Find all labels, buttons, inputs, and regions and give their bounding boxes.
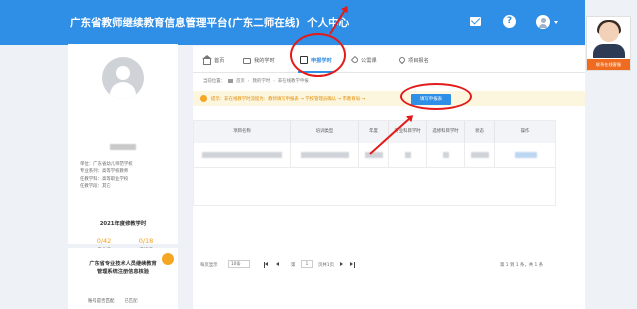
profile-unit: 单位：广东省幼儿师范学校 [80,162,133,167]
avatar [102,57,144,99]
title-line-2: 管理系统注册信息核验 [97,269,149,275]
breadcrumb-item[interactable]: 我的学时 [253,78,271,84]
per-page-label: 每页显示 [200,263,218,268]
tab-label: 首页 [214,57,225,64]
pagination: 每页显示 10条 第 1 页共1页 第 1 到 1 条，共 1 条 [200,260,555,271]
avatar-body [110,82,136,99]
breadcrumb-separator: › [247,78,250,84]
tab-project-signup[interactable]: 项目报名 [397,54,429,66]
declaration-table: 项目名称 培训类型 年度 专业科目学时 选修科目学时 状态 操作 每页显示 10… [193,120,556,268]
account-match-status: 已匹配 [124,299,138,304]
first-page-icon[interactable] [265,262,268,266]
tab-label: 项目报名 [408,57,429,64]
table-cell [465,143,495,168]
redacted-value [405,152,411,158]
breadcrumb-prefix: 当前位置： [203,79,225,84]
notice-text: 提示：非在线教学时流程为：教师填写申报表 → 学校管理员确认 → 市教育局 → [211,97,366,102]
table-cell [389,143,427,168]
personal-center-label: 个人中心 [307,17,350,29]
redacted-action[interactable] [515,152,537,158]
title-line-1: 广东省专业技术人员继续教育 [89,261,157,267]
tag-icon [350,55,360,65]
page-suffix: 页共1页 [318,263,334,268]
page-prefix: 第 [291,263,296,268]
stat-value: 0/18 [138,237,154,245]
agent-body [593,44,625,58]
registration-check-card: 广东省专业技术人员继续教育 管理系统注册信息核验 账号是否匹配 已匹配 [68,248,178,309]
redacted-value [471,152,489,158]
account-match-row: 账号是否匹配 已匹配 [88,298,138,304]
account-match-label: 账号是否匹配 [88,299,115,304]
platform-name: 广东省教师继续教育信息管理平台(广东二师在线) [70,17,301,29]
table-cell[interactable] [495,143,555,168]
last-page-bar [354,261,355,268]
prev-page-icon[interactable] [276,262,279,266]
help-icon[interactable]: ? [503,15,516,28]
platform-title: 广东省教师继续教育信息管理平台(广东二师在线) 个人中心 [70,15,349,30]
stat-value: 0/42 [96,237,112,245]
breadcrumb-separator: › [273,78,275,84]
pager-summary: 第 1 到 1 条，共 1 条 [500,263,544,268]
tab-public-course[interactable]: 公需课 [350,54,377,66]
table-cell [359,143,389,168]
chevron-down-icon[interactable] [554,21,558,24]
top-header: 广东省教师继续教育信息管理平台(广东二师在线) 个人中心 ? [0,0,585,45]
location-tag-icon [397,55,407,65]
main-panel: 首页 我的学时 申报学时 公需课 项目报名 当前位置： 首页 › 我的学时 › … [193,46,585,309]
breadcrumb: 当前位置： 首页 › 我的学时 › 非在线教学申报 [203,78,309,85]
user-avatar-icon[interactable] [536,15,550,29]
year-hours-title: 2021年度修教学时 [99,221,147,227]
registration-check-title: 广东省专业技术人员继续教育 管理系统注册信息核验 [68,260,178,276]
profile-info: 单位：广东省幼儿师范学校 专业系列：高等学校教师 任教学科：高等职业学校 任教学… [80,161,133,190]
next-page-icon[interactable] [340,262,343,266]
table-cell [291,143,359,168]
folder-icon [243,58,251,64]
table-header: 项目名称 培训类型 年度 专业科目学时 选修科目学时 状态 操作 [194,121,555,143]
column-header: 项目名称 [194,121,291,143]
column-header: 状态 [465,121,495,143]
table-cell [427,143,465,168]
profile-major: 专业系列：高等学校教师 [80,169,129,175]
mail-icon[interactable] [470,17,481,26]
highlight-ring-tab [290,33,346,77]
breadcrumb-item: 非在线教学申报 [277,79,309,84]
highlight-ring-button [400,83,472,110]
redacted-name [110,144,136,150]
redacted-value [202,152,282,158]
tab-label: 我的学时 [254,57,275,64]
breadcrumb-item[interactable]: 首页 [236,78,245,84]
column-header: 培训类型 [291,121,359,143]
agent-face [599,22,619,42]
last-page-icon[interactable] [350,262,353,266]
tab-label: 公需课 [361,57,377,64]
notice-bar: 提示：非在线教学时流程为：教师填写申报表 → 学校管理员确认 → 市教育局 → [193,91,585,106]
tab-my-hours[interactable]: 我的学时 [243,54,275,66]
redacted-value [443,152,449,158]
profile-subject: 任教学科：高等职业学校 [80,176,129,182]
tab-home[interactable]: 首页 [202,54,225,66]
page-input[interactable]: 1 [301,260,313,268]
profile-card: 单位：广东省幼儿师范学校 专业系列：高等学校教师 任教学科：高等职业学校 任教学… [68,44,178,277]
home-icon [227,79,233,83]
table-cell [194,143,291,168]
redacted-value [365,152,383,158]
tab-bar: 首页 我的学时 申报学时 公需课 项目报名 [193,46,585,73]
redacted-value [301,152,349,158]
column-header: 选修科目学时 [427,121,465,143]
customer-service-label[interactable]: 联系在线客服 [587,59,630,70]
customer-service-widget[interactable]: 联系在线客服 [586,16,631,71]
per-page-select[interactable]: 10条 [228,260,250,268]
profile-stage: 任教学段：其它 [80,183,111,189]
home-icon [202,54,212,65]
lightbulb-icon [200,95,207,102]
column-header: 操作 [520,129,530,134]
avatar-head [116,66,130,80]
